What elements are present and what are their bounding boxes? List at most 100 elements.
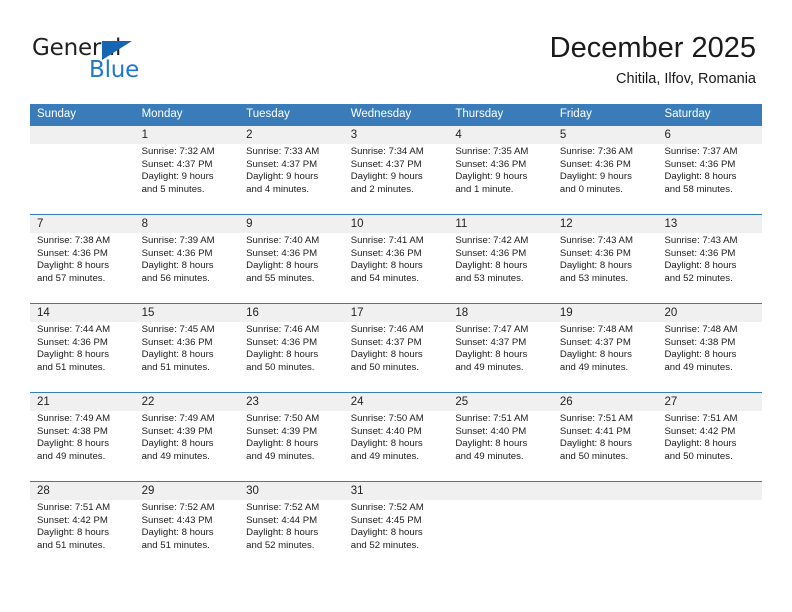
sunrise-text: Sunrise: 7:51 AM [559,413,633,424]
daylight-line2: and 1 minute. [455,183,514,195]
daylight-line2: and 54 minutes. [350,272,420,284]
week-day-details: Sunrise: 7:32 AM Sunset: 4:37 PM Dayligh… [30,144,762,214]
weekday-header-row: Sunday Monday Tuesday Wednesday Thursday… [30,104,762,125]
day-cell: Sunrise: 7:46 AM Sunset: 4:36 PM Dayligh… [239,322,344,392]
sunset-text: Sunset: 4:36 PM [559,158,631,170]
day-number: 2 [246,129,253,141]
week-day-details: Sunrise: 7:51 AM Sunset: 4:42 PM Dayligh… [30,500,762,570]
day-cell: Sunrise: 7:43 AM Sunset: 4:36 PM Dayligh… [553,233,658,303]
daylight-line1: Daylight: 9 hours [455,171,528,183]
day-number: 23 [246,396,259,408]
day-cell: Sunrise: 7:35 AM Sunset: 4:36 PM Dayligh… [448,144,553,214]
day-number: 22 [141,396,155,408]
day-cell: Sunrise: 7:51 AM Sunset: 4:42 PM Dayligh… [657,411,762,481]
sunrise-text: Sunrise: 7:34 AM [350,146,424,157]
sunrise-text: Sunrise: 7:41 AM [350,235,424,246]
day-cell: Sunrise: 7:48 AM Sunset: 4:37 PM Dayligh… [553,322,658,392]
general-blue-logo[interactable]: General Blue [32,36,212,86]
day-cell [30,144,135,214]
sunrise-text: Sunrise: 7:52 AM [141,502,215,513]
daylight-line2: and 4 minutes. [246,183,310,195]
weekday-sunday: Sunday [37,108,77,120]
day-number: 26 [559,396,573,408]
daylight-line1: Daylight: 8 hours [141,349,214,361]
day-cell: Sunrise: 7:40 AM Sunset: 4:36 PM Dayligh… [239,233,344,303]
daylight-line1: Daylight: 8 hours [141,260,214,272]
sunrise-text: Sunrise: 7:49 AM [37,413,111,424]
day-cell: Sunrise: 7:37 AM Sunset: 4:36 PM Dayligh… [657,144,762,214]
day-number: 28 [37,485,50,497]
day-number: 13 [664,218,678,230]
weekday-thursday: Thursday [455,108,504,120]
day-number: 4 [455,129,462,141]
day-cell: Sunrise: 7:39 AM Sunset: 4:36 PM Dayligh… [135,233,240,303]
day-number: 5 [559,129,567,141]
day-cell: Sunrise: 7:32 AM Sunset: 4:37 PM Dayligh… [135,144,240,214]
sunset-text: Sunset: 4:37 PM [455,336,527,348]
sunset-text: Sunset: 4:41 PM [559,425,631,437]
sunrise-text: Sunrise: 7:32 AM [141,146,215,157]
daylight-line1: Daylight: 8 hours [350,438,423,450]
daylight-line2: and 50 minutes. [559,450,629,462]
sunrise-text: Sunrise: 7:37 AM [664,146,738,157]
daylight-line2: and 51 minutes. [37,539,106,551]
week-day-numbers: 28 29 30 31 [30,482,762,500]
day-cell: Sunrise: 7:49 AM Sunset: 4:39 PM Dayligh… [135,411,240,481]
sunset-text: Sunset: 4:37 PM [559,336,631,348]
daylight-line2: and 49 minutes. [559,361,629,373]
day-number: 11 [455,218,468,230]
day-cell: Sunrise: 7:42 AM Sunset: 4:36 PM Dayligh… [448,233,553,303]
day-number: 24 [350,396,364,408]
sunrise-text: Sunrise: 7:35 AM [455,146,529,157]
sunset-text: Sunset: 4:45 PM [350,514,422,526]
day-cell: Sunrise: 7:50 AM Sunset: 4:40 PM Dayligh… [344,411,449,481]
sunset-text: Sunset: 4:36 PM [559,247,631,259]
day-cell: Sunrise: 7:33 AM Sunset: 4:37 PM Dayligh… [239,144,344,214]
week-day-numbers: 14 15 16 17 18 19 20 [30,304,762,322]
sunrise-text: Sunrise: 7:40 AM [246,235,320,246]
daylight-line1: Daylight: 9 hours [141,171,214,183]
sunrise-text: Sunrise: 7:33 AM [246,146,320,157]
daylight-line2: and 52 minutes. [246,539,315,551]
sunrise-text: Sunrise: 7:43 AM [664,235,738,246]
sunset-text: Sunset: 4:36 PM [246,336,318,348]
daylight-line1: Daylight: 8 hours [455,349,528,361]
sunrise-text: Sunrise: 7:45 AM [141,324,215,335]
sunrise-text: Sunrise: 7:49 AM [141,413,215,424]
day-cell: Sunrise: 7:52 AM Sunset: 4:44 PM Dayligh… [239,500,344,570]
sunset-text: Sunset: 4:36 PM [350,247,422,259]
day-number [30,126,135,144]
sunset-text: Sunset: 4:43 PM [141,514,213,526]
sunset-text: Sunset: 4:42 PM [664,425,736,437]
day-cell: Sunrise: 7:50 AM Sunset: 4:39 PM Dayligh… [239,411,344,481]
day-number: 25 [455,396,469,408]
calendar-page: General Blue December 2025 Chitila, Ilfo… [0,0,792,612]
day-number: 15 [141,307,155,319]
day-cell: Sunrise: 7:52 AM Sunset: 4:45 PM Dayligh… [344,500,449,570]
daylight-line1: Daylight: 8 hours [246,260,319,272]
sunrise-text: Sunrise: 7:48 AM [559,324,633,335]
daylight-line2: and 50 minutes. [350,361,420,373]
daylight-line1: Daylight: 8 hours [455,438,528,450]
sunset-text: Sunset: 4:40 PM [350,425,422,437]
day-number: 21 [37,396,50,408]
day-number: 27 [664,396,678,408]
daylight-line2: and 50 minutes. [246,361,315,373]
daylight-line2: and 0 minutes. [559,183,623,195]
daylight-line1: Daylight: 8 hours [559,438,632,450]
week-day-numbers: 1 2 3 4 5 6 [30,126,762,144]
sunrise-text: Sunrise: 7:39 AM [141,235,215,246]
sunrise-text: Sunrise: 7:43 AM [559,235,633,246]
sunrise-text: Sunrise: 7:51 AM [664,413,738,424]
day-cell: Sunrise: 7:48 AM Sunset: 4:38 PM Dayligh… [657,322,762,392]
daylight-line2: and 49 minutes. [664,361,733,373]
sunrise-text: Sunrise: 7:48 AM [664,324,738,335]
day-cell: Sunrise: 7:43 AM Sunset: 4:36 PM Dayligh… [657,233,762,303]
day-number [657,482,762,500]
daylight-line1: Daylight: 8 hours [141,438,214,450]
sunrise-text: Sunrise: 7:44 AM [37,324,111,335]
daylight-line1: Daylight: 8 hours [350,349,423,361]
daylight-line1: Daylight: 8 hours [455,260,528,272]
day-cell: Sunrise: 7:44 AM Sunset: 4:36 PM Dayligh… [30,322,135,392]
daylight-line2: and 56 minutes. [141,272,210,284]
